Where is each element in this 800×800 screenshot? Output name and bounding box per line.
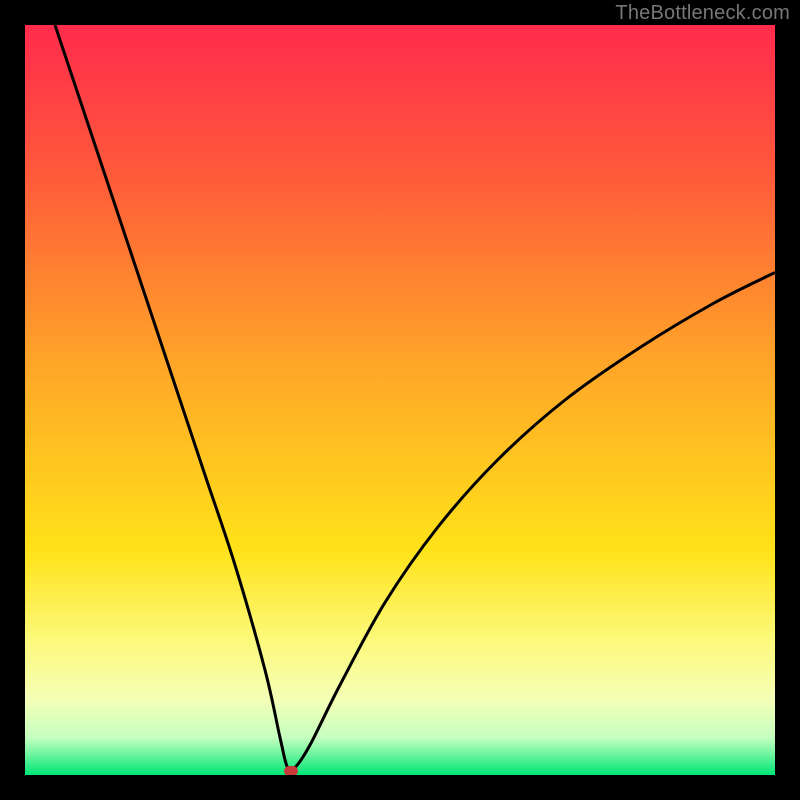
plot-area bbox=[25, 25, 775, 775]
chart-svg bbox=[25, 25, 775, 775]
optimum-marker bbox=[284, 766, 298, 775]
attribution-label: TheBottleneck.com bbox=[615, 2, 790, 25]
chart-background bbox=[25, 25, 775, 775]
